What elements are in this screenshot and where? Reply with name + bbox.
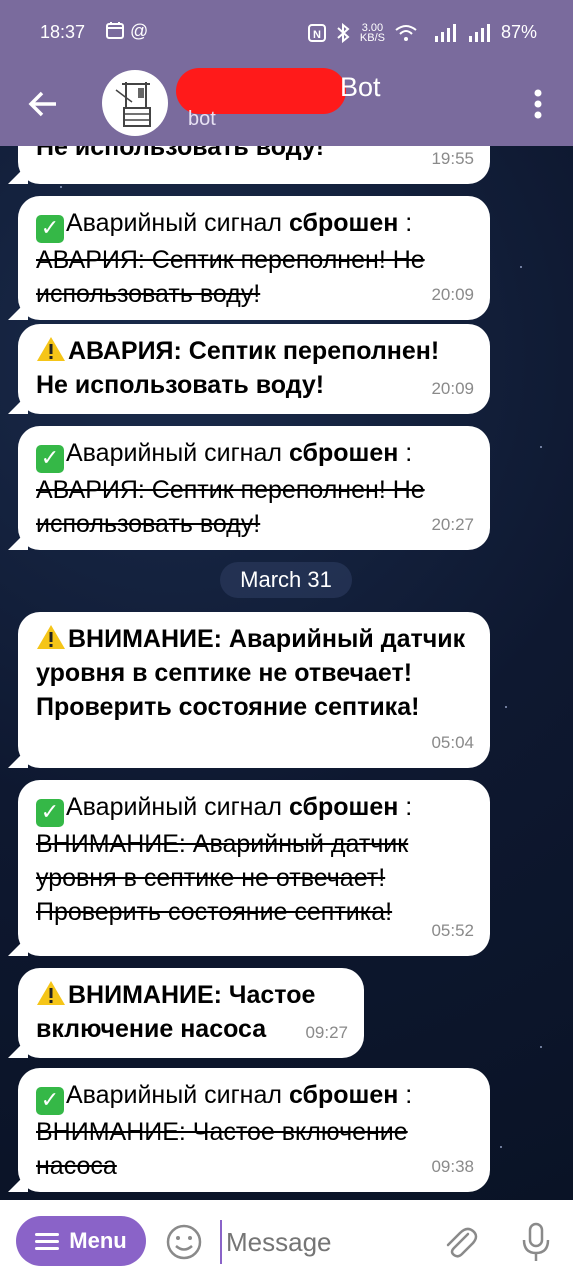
message-strikethrough: ВНИМАНИЕ: Аварийный датчик уровня в септ… (36, 830, 409, 926)
message-time: 20:09 (431, 379, 474, 398)
check-mark-emoji-icon: ✓ (36, 215, 64, 243)
at-icon: @ (130, 21, 149, 41)
menu-button-label: Menu (69, 1228, 127, 1253)
message-prefix: Аварийный сигнал (66, 439, 289, 467)
microphone-icon[interactable] (516, 1220, 556, 1264)
message-strikethrough: АВАРИЯ: Септик переполнен! Не использова… (36, 246, 425, 308)
status-time: 18:37 (40, 22, 86, 42)
status-left-icons: @ (105, 20, 148, 42)
message-bubble[interactable]: ✓ Аварийный сигнал сброшен : АВАРИЯ: Септ… (18, 426, 490, 550)
network-speed: 3.00 KB/S (359, 21, 385, 44)
message-text: ВНИМАНИЕ: Частое включение насоса (36, 981, 316, 1043)
nfc-icon: N (307, 23, 326, 42)
calendar-icon (106, 22, 124, 39)
more-vertical-icon[interactable] (523, 84, 553, 124)
message-bubble[interactable]: Не использовать воду! 19:55 (18, 146, 490, 184)
message-prefix: Аварийный сигнал (66, 1081, 289, 1109)
message-bubble[interactable]: ВНИМАНИЕ: Аварийный датчик уровня в септ… (18, 612, 490, 768)
message-prefix: Аварийный сигнал (66, 209, 289, 237)
arrow-left-icon[interactable] (24, 84, 64, 124)
message-text: АВАРИЯ: Септик переполнен! Не использова… (36, 337, 440, 399)
message-bubble[interactable]: ✓ Аварийный сигнал сброшен : АВАРИЯ: Септ… (18, 196, 490, 320)
check-mark-emoji-icon: ✓ (36, 1087, 64, 1115)
battery-level: 87% (500, 22, 537, 42)
message-bubble[interactable]: ВНИМАНИЕ: Частое включение насоса 09:27 (18, 968, 364, 1058)
wifi-icon (395, 24, 417, 41)
bluetooth-icon (337, 22, 350, 43)
message-time: 20:09 (431, 285, 474, 304)
chat-title[interactable]: Bot (340, 72, 381, 103)
emoji-icon[interactable] (164, 1222, 204, 1262)
hamburger-icon (35, 1233, 60, 1250)
message-time: 09:27 (305, 1023, 348, 1042)
message-time: 09:38 (431, 1157, 474, 1176)
chat-subtitle: bot (188, 108, 216, 130)
message-bold: сброшен (288, 1081, 399, 1109)
date-separator: March 31 (220, 562, 352, 598)
svg-text:N: N (313, 29, 321, 41)
message-strikethrough: ВНИМАНИЕ: Частое включение насоса (36, 1118, 408, 1180)
message-bubble[interactable]: ✓ Аварийный сигнал сброшен : ВНИМАНИЕ: Ав… (18, 780, 490, 956)
message-time: 19:55 (431, 149, 474, 168)
message-bold: сброшен (288, 793, 399, 821)
check-mark-emoji-icon: ✓ (36, 799, 64, 827)
message-bold: сброшен (288, 209, 399, 237)
chat-area[interactable]: Не использовать воду! 19:55 ✓ Аварийный с… (0, 146, 573, 1200)
message-bubble[interactable]: ✓ Аварийный сигнал сброшен : ВНИМАНИЕ: Ча… (18, 1068, 490, 1192)
message-time: 05:52 (431, 921, 474, 940)
status-right-icons: N 3.00 KB/S 87% (307, 21, 537, 44)
message-text: ВНИМАНИЕ: Аварийный датчик уровня в септ… (36, 625, 466, 721)
message-time: 05:04 (431, 733, 474, 752)
warning-emoji-icon (37, 625, 65, 649)
message-composer: Menu (0, 1200, 573, 1280)
status-bar: 18:37 @ N 3.00 KB/S 87% (0, 0, 573, 60)
message-prefix: Аварийный сигнал (66, 793, 289, 821)
chat-header: Bot bot (0, 60, 573, 146)
paperclip-icon[interactable] (440, 1222, 480, 1262)
well-logo-icon (115, 82, 151, 127)
message-strikethrough: АВАРИЯ: Септик переполнен! Не использова… (36, 476, 425, 538)
check-mark-emoji-icon: ✓ (36, 445, 64, 473)
message-bubble[interactable]: АВАРИЯ: Септик переполнен! Не использова… (18, 324, 490, 414)
avatar[interactable] (102, 70, 168, 136)
warning-emoji-icon (37, 981, 65, 1005)
message-input[interactable] (220, 1220, 428, 1264)
message-time: 20:27 (431, 515, 474, 534)
signal-icon-1 (434, 23, 456, 42)
warning-emoji-icon (37, 337, 65, 361)
message-text: Не использовать воду! (36, 146, 325, 161)
message-bold: сброшен (288, 439, 399, 467)
menu-button[interactable]: Menu (16, 1216, 146, 1266)
signal-icon-2 (468, 23, 490, 42)
